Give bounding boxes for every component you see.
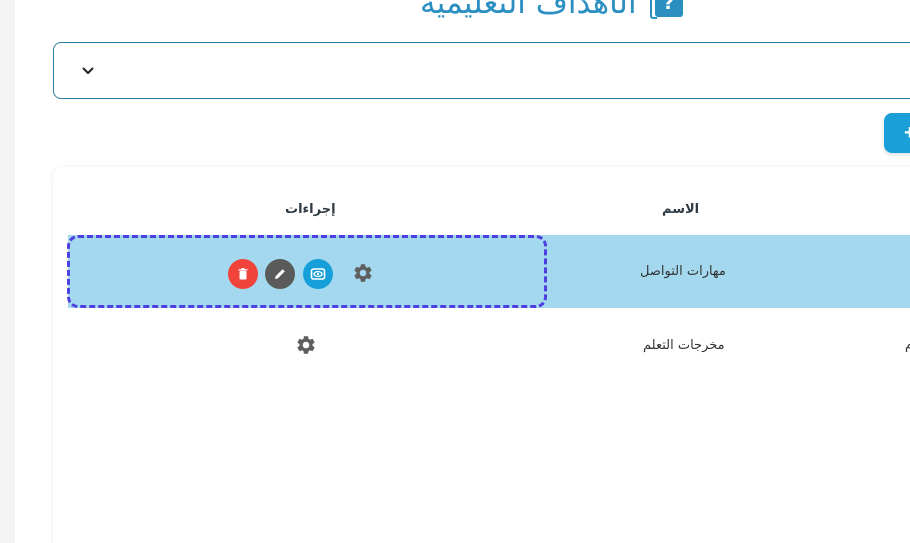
eye-icon: [310, 268, 326, 280]
add-button[interactable]: +: [884, 113, 910, 153]
column-header-actions: إجراءات: [285, 202, 336, 217]
column-header-name: الاسم: [662, 202, 700, 217]
chevron-down-icon: [82, 67, 94, 74]
page-header: ? الأهداف التعليمية: [420, 0, 683, 20]
objective-select[interactable]: [53, 42, 910, 99]
table-cell-name: مخرجات التعلم: [643, 338, 725, 353]
settings-button[interactable]: [295, 334, 317, 356]
question-book-icon: ?: [649, 0, 683, 19]
edit-button[interactable]: [265, 259, 295, 289]
delete-button[interactable]: [228, 259, 258, 289]
view-button[interactable]: [303, 259, 333, 289]
table-cell-name: مهارات التواصل: [640, 264, 726, 279]
settings-button[interactable]: [352, 262, 374, 284]
table-card: [53, 167, 910, 543]
trash-icon: [238, 268, 248, 280]
pencil-icon: [275, 269, 285, 279]
plus-icon: +: [904, 122, 910, 144]
page-title: الأهداف التعليمية: [420, 0, 637, 21]
table-cell-partial: م: [905, 338, 910, 353]
gear-icon: [297, 336, 315, 354]
gear-icon: [354, 264, 372, 282]
